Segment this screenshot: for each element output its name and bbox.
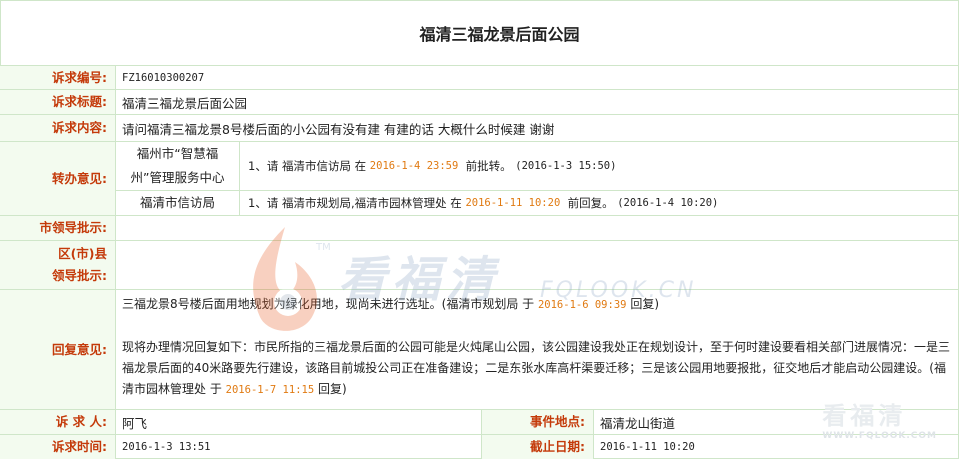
row-time: 诉求时间: 2016-1-3 13:51 截止日期: 2016-1-11 10:…	[0, 435, 959, 459]
transfer-deadline: 2016-1-11 10:20	[465, 197, 561, 209]
label-title: 诉求标题:	[0, 90, 116, 114]
row-content: 诉求内容: 请问福清三福龙景8号楼后面的小公园有没有建 有建的话 大概什么时候建…	[0, 115, 959, 142]
transfer-note-prefix: 1、请 福清市规划局,福清市园林管理处 在	[248, 196, 462, 210]
corner-watermark-domain: WWW.FQLOOK.COM	[822, 431, 937, 441]
value-time: 2016-1-3 13:51	[116, 435, 482, 459]
transfer-note-suffix: 前回复。	[567, 196, 614, 210]
transfer-note: 1、请 福清市信访局 在 2016-1-4 23:59 前批转。 (2016-1…	[240, 142, 959, 190]
label-event-location: 事件地点:	[482, 410, 594, 434]
label-reply: 回复意见:	[0, 290, 116, 409]
transfer-item: 福州市“智慧福州”管理服务中心 1、请 福清市信访局 在 2016-1-4 23…	[116, 142, 959, 191]
title-row: 福清三福龙景后面公园	[0, 0, 959, 66]
label-district-leader-line2: 领导批示:	[52, 268, 107, 283]
transfer-note-suffix: 前批转。	[465, 159, 512, 173]
corner-watermark: 看福清 WWW.FQLOOK.COM	[822, 396, 937, 441]
value-person: 阿飞	[116, 410, 482, 434]
reply-time: 2016-1-6 09:39	[537, 299, 627, 311]
row-city-leader: 市领导批示:	[0, 216, 959, 241]
value-content: 请问福清三福龙景8号楼后面的小公园有没有建 有建的话 大概什么时候建 谢谢	[122, 121, 555, 137]
corner-watermark-brand: 看福清	[822, 402, 907, 430]
transfer-dept: 福州市“智慧福州”管理服务中心	[116, 142, 240, 190]
row-person: 诉 求 人: 阿飞 事件地点: 福清龙山街道	[0, 410, 959, 435]
label-transfer: 转办意见:	[0, 142, 116, 215]
transfer-note-prefix: 1、请 福清市信访局 在	[248, 159, 367, 173]
row-number: 诉求编号: FZ16010300207	[0, 66, 959, 90]
label-content: 诉求内容:	[0, 115, 116, 141]
value-title: 福清三福龙景后面公园	[122, 95, 248, 111]
label-deadline: 截止日期:	[482, 435, 594, 459]
label-time: 诉求时间:	[0, 435, 116, 459]
reply-time: 2016-1-7 11:15	[225, 384, 315, 396]
transfer-dept: 福清市信访局	[116, 191, 240, 215]
transfer-stamp: (2016-1-3 15:50)	[515, 160, 617, 172]
transfer-stamp: (2016-1-4 10:20)	[617, 197, 719, 209]
row-reply: 回复意见: 三福龙景8号楼后面用地规划为绿化用地，现尚未进行选址。(福清市规划局…	[0, 290, 959, 410]
transfer-note: 1、请 福清市规划局,福清市园林管理处 在 2016-1-11 10:20 前回…	[240, 191, 959, 215]
label-person: 诉 求 人:	[0, 410, 116, 434]
label-district-leader-line1: 区(市)县	[58, 246, 107, 261]
reply-part-1: 三福龙景8号楼后面用地规划为绿化用地，现尚未进行选址。(福清市规划局 于 201…	[122, 297, 659, 311]
reply-part-2: 现将办理情况回复如下：市民所指的三福龙景后面的公园可能是火炖尾山公园，该公园建设…	[122, 340, 951, 396]
row-district-leader: 区(市)县 领导批示:	[0, 241, 959, 290]
row-title: 诉求标题: 福清三福龙景后面公园	[0, 90, 959, 115]
page-title: 福清三福龙景后面公园	[419, 24, 580, 44]
label-district-leader: 区(市)县 领导批示:	[0, 241, 116, 289]
transfer-deadline: 2016-1-4 23:59	[369, 160, 459, 172]
value-number: FZ16010300207	[122, 71, 205, 84]
label-city-leader: 市领导批示:	[0, 216, 116, 240]
label-number: 诉求编号:	[0, 66, 116, 89]
transfer-item: 福清市信访局 1、请 福清市规划局,福清市园林管理处 在 2016-1-11 1…	[116, 191, 959, 216]
reply-content: 三福龙景8号楼后面用地规划为绿化用地，现尚未进行选址。(福清市规划局 于 201…	[116, 290, 959, 409]
